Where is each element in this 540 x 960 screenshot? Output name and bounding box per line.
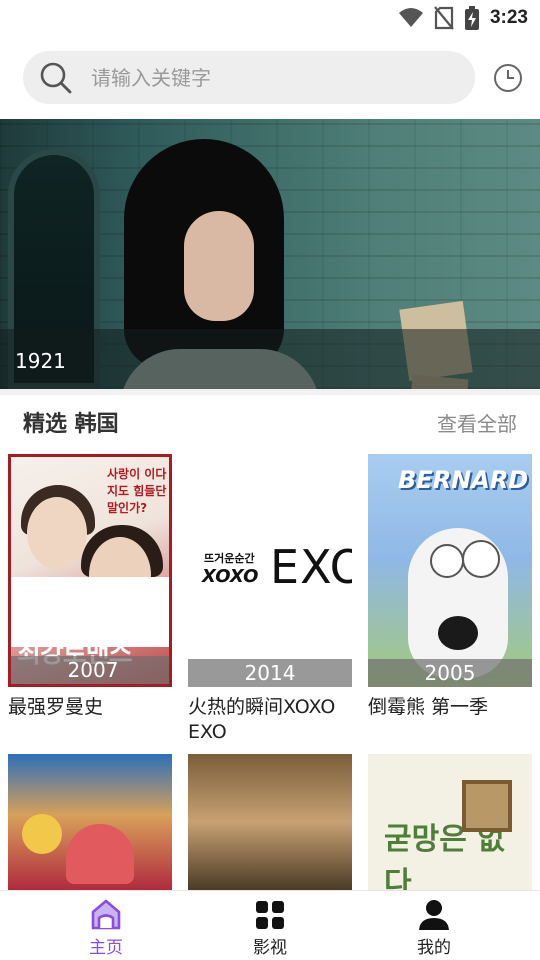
poster-tagline: 사랑이 이다지도 힘들단 말인가? <box>107 467 167 515</box>
poster-brand: BERNARD <box>398 466 529 494</box>
search-row <box>0 50 540 106</box>
banner-caption-bar <box>0 329 540 389</box>
battery-charging-icon <box>464 6 479 30</box>
status-icons: 3:23 <box>398 6 528 30</box>
poster-sign <box>22 814 62 854</box>
poster-heart <box>66 824 134 884</box>
search-icon <box>40 62 72 94</box>
poster-image: 굳망은 없다 <box>368 754 532 890</box>
view-all-link[interactable]: 查看全部 <box>437 408 517 437</box>
poster-logo-xoxo: XOXO <box>202 566 259 587</box>
nav-label: 我的 <box>417 938 451 958</box>
section-divider <box>0 389 540 395</box>
wifi-icon <box>398 8 423 27</box>
poster-image: 뜨거운순간 XOXO EXO 2014 <box>188 454 352 687</box>
poster-bear <box>430 544 464 578</box>
poster-frame <box>462 780 512 832</box>
poster-logo-small: 뜨거운순간 <box>204 552 255 565</box>
banner-face <box>184 211 254 321</box>
bottom-nav: 主页 影视 我的 <box>0 890 540 960</box>
nav-item-home[interactable]: 主页 <box>46 891 166 960</box>
status-bar: 3:23 <box>0 0 540 38</box>
poster-bear <box>438 616 478 650</box>
card-title: 火热的瞬间XOXO EXO <box>188 696 336 743</box>
no-sim-icon <box>434 6 454 30</box>
featured-banner[interactable]: 1921 <box>0 119 540 389</box>
poster-image <box>8 754 172 890</box>
history-icon[interactable] <box>493 63 523 93</box>
year-label: 2014 <box>244 661 296 685</box>
poster-image: BERNARD 2005 <box>368 454 532 687</box>
year-label: 2007 <box>67 658 119 682</box>
status-time: 3:23 <box>489 7 528 28</box>
grid-icon <box>256 901 284 929</box>
poster-image <box>188 754 352 890</box>
nav-item-movies[interactable]: 影视 <box>210 891 330 960</box>
poster-image: 사랑이 이다지도 힘들단 말인가? 최강로맨스 2007 <box>8 454 172 687</box>
nav-label: 影视 <box>253 938 287 958</box>
search-box[interactable] <box>23 51 475 104</box>
card-title: 倒霉熊 第一季 <box>368 696 489 718</box>
card-title: 最强罗曼史 <box>8 696 104 718</box>
section-title: 精选 韩国 <box>23 412 119 437</box>
poster-bear <box>462 540 500 578</box>
home-icon <box>91 899 121 930</box>
year-label: 2005 <box>424 661 476 685</box>
poster-logo: EXO <box>270 540 352 594</box>
banner-caption: 1921 <box>15 349 66 373</box>
person-icon <box>419 900 449 930</box>
poster-figure <box>27 497 87 569</box>
nav-item-mine[interactable]: 我的 <box>374 891 494 960</box>
search-input[interactable] <box>91 51 461 104</box>
nav-label: 主页 <box>89 938 123 958</box>
